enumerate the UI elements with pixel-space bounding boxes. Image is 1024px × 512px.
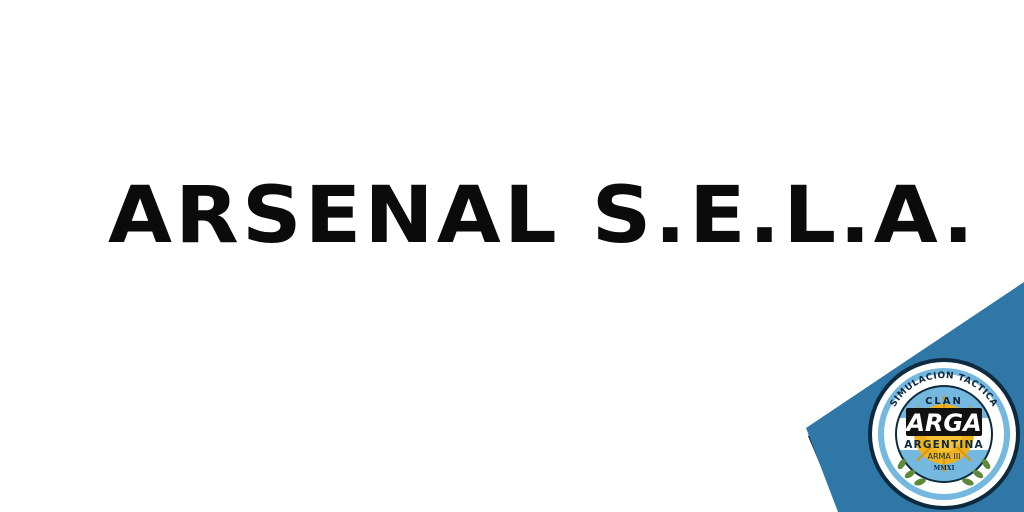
badge-logo-text: ARGA — [904, 409, 981, 437]
badge-year-label: MMXI — [934, 465, 955, 472]
banner-canvas: ARSENAL S.E.L.A. SIMULACION TACTICA CLAN… — [0, 0, 1024, 512]
badge-game-label: ARMA III — [927, 452, 960, 461]
badge-country-label: ARGENTINA — [904, 439, 984, 451]
clan-badge-logo: SIMULACION TACTICA CLAN ARGA ARGENTINA A… — [868, 358, 1020, 510]
badge-clan-label: CLAN — [925, 396, 963, 407]
